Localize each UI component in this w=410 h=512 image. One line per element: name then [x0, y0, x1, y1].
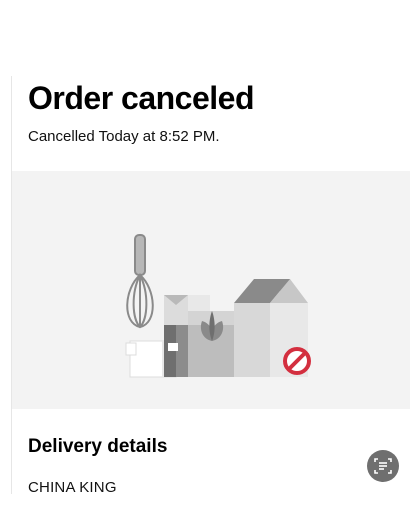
grocery-illustration [125, 234, 311, 378]
order-status-page: Order canceled Cancelled Today at 8:52 P… [0, 0, 410, 512]
no-entry-icon [283, 347, 311, 375]
whisk-icon [126, 234, 154, 329]
text-scan-button[interactable] [367, 450, 399, 482]
cancel-timestamp: Cancelled Today at 8:52 PM. [28, 128, 220, 145]
page-title: Order canceled [28, 80, 255, 116]
delivery-details-heading: Delivery details [28, 436, 168, 457]
restaurant-name: CHINA KING [28, 479, 117, 496]
plant-box-icon [188, 311, 236, 377]
box-dark-icon [164, 325, 190, 377]
canceled-order-illustration [12, 171, 410, 409]
text-scan-icon [374, 458, 392, 474]
